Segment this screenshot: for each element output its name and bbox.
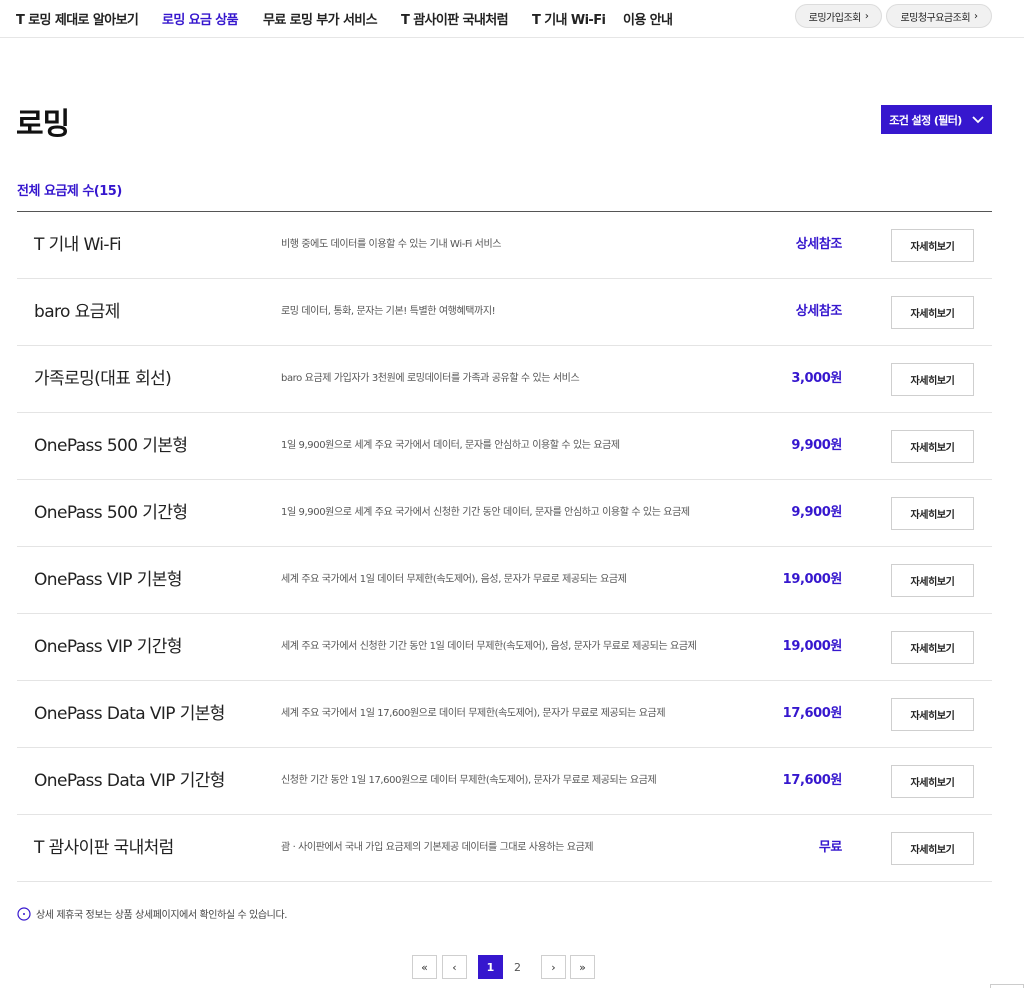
plan-name: OnePass 500 기본형 [34, 436, 188, 456]
nav-item-roaming-plans[interactable]: 로밍 요금 상품 [162, 9, 239, 28]
notice: 상세 제휴국 정보는 상품 상세페이지에서 확인하실 수 있습니다. [17, 906, 287, 921]
last-page-button[interactable]: » [570, 955, 595, 979]
nav-item-roaming-guide[interactable]: T 로밍 제대로 알아보기 [16, 9, 139, 28]
list-item: OnePass VIP 기본형 세계 주요 국가에서 1일 데이터 무제한(속도… [17, 547, 992, 614]
detail-button[interactable]: 자세히보기 [891, 497, 974, 530]
plan-name: OnePass VIP 기간형 [34, 637, 182, 657]
detail-button[interactable]: 자세히보기 [891, 430, 974, 463]
plan-description: 세계 주요 국가에서 1일 데이터 무제한(속도제어), 음성, 문자가 무료로… [281, 574, 627, 585]
plan-price: 9,900원 [791, 438, 842, 453]
pill-label: 로밍가입조회 [808, 12, 862, 24]
list-item: OnePass 500 기본형 1일 9,900원으로 세계 주요 국가에서 데… [17, 413, 992, 480]
plan-description: 신청한 기간 동안 1일 17,600원으로 데이터 무제한(속도제어), 문자… [281, 775, 657, 786]
chevron-right-icon: › [974, 10, 978, 22]
list-item: 가족로밍(대표 회선) baro 요금제 가입자가 3천원에 로밍데이터를 가족… [17, 346, 992, 413]
detail-button[interactable]: 자세히보기 [891, 296, 974, 329]
plan-count: 전체 요금제 수(15) [17, 184, 122, 199]
info-circle-icon [17, 906, 31, 921]
page-2-button[interactable]: 2 [505, 955, 530, 979]
plan-description: 1일 9,900원으로 세계 주요 국가에서 데이터, 문자를 안심하고 이용할… [281, 440, 620, 451]
plan-description: 괌 · 사이판에서 국내 가입 요금제의 기본제공 데이터를 그대로 사용하는 … [281, 842, 594, 853]
plan-price: 9,900원 [791, 505, 842, 520]
detail-button[interactable]: 자세히보기 [891, 832, 974, 865]
nav-item-usage-guide[interactable]: 이용 안내 [623, 9, 673, 28]
list-item: T 괌사이판 국내처럼 괌 · 사이판에서 국내 가입 요금제의 기본제공 데이… [17, 815, 992, 882]
list-item: OnePass VIP 기간형 세계 주요 국가에서 신청한 기간 동안 1일 … [17, 614, 992, 681]
plan-price: 3,000원 [791, 371, 842, 386]
page-1-button[interactable]: 1 [478, 955, 503, 979]
list-item: OnePass 500 기간형 1일 9,900원으로 세계 주요 국가에서 신… [17, 480, 992, 547]
roaming-subscription-lookup-button[interactable]: 로밍가입조회 › [795, 4, 882, 28]
chevron-right-icon: › [864, 10, 869, 22]
prev-page-button[interactable]: ‹ [442, 955, 467, 979]
filter-button[interactable]: 조건 설정 (필터) [881, 105, 992, 134]
plan-price: 19,000원 [782, 572, 843, 587]
plan-price: 19,000원 [782, 639, 843, 654]
top-navigation: T 로밍 제대로 알아보기 로밍 요금 상품 무료 로밍 부가 서비스 T 괌사… [0, 0, 1024, 38]
plan-name: OnePass Data VIP 기본형 [34, 704, 225, 724]
plan-price: 상세참조 [795, 237, 843, 252]
nav-item-inflight-wifi[interactable]: T 기내 Wi-Fi [532, 9, 606, 28]
list-item: baro 요금제 로밍 데이터, 통화, 문자는 기본! 특별한 여행혜택까지!… [17, 279, 992, 346]
first-page-button[interactable]: « [412, 955, 437, 979]
plan-price: 17,600원 [782, 773, 843, 788]
plan-description: 비행 중에도 데이터를 이용할 수 있는 기내 Wi-Fi 서비스 [281, 239, 502, 250]
notice-text: 상세 제휴국 정보는 상품 상세페이지에서 확인하실 수 있습니다. [36, 910, 288, 921]
nav-item-free-addons[interactable]: 무료 로밍 부가 서비스 [263, 9, 378, 28]
list-item: T 기내 Wi-Fi 비행 중에도 데이터를 이용할 수 있는 기내 Wi-Fi… [17, 212, 992, 279]
detail-button[interactable]: 자세히보기 [891, 631, 974, 664]
page-title: 로밍 [16, 107, 70, 142]
filter-button-label: 조건 설정 (필터) [889, 113, 962, 127]
plan-description: 1일 9,900원으로 세계 주요 국가에서 신청한 기간 동안 데이터, 문자… [281, 507, 690, 518]
list-item: OnePass Data VIP 기본형 세계 주요 국가에서 1일 17,60… [17, 681, 992, 748]
plan-name: OnePass Data VIP 기간형 [34, 771, 225, 791]
plan-name: OnePass VIP 기본형 [34, 570, 182, 590]
floating-widget-edge [990, 984, 1024, 988]
next-page-button[interactable]: › [541, 955, 566, 979]
plan-price: 17,600원 [782, 706, 843, 721]
plan-name: OnePass 500 기간형 [34, 503, 188, 523]
plan-name: baro 요금제 [34, 302, 120, 322]
detail-button[interactable]: 자세히보기 [891, 765, 974, 798]
plan-description: baro 요금제 가입자가 3천원에 로밍데이터를 가족과 공유할 수 있는 서… [281, 373, 580, 384]
plan-name: 가족로밍(대표 회선) [34, 369, 172, 389]
detail-button[interactable]: 자세히보기 [891, 363, 974, 396]
detail-button[interactable]: 자세히보기 [891, 229, 974, 262]
detail-button[interactable]: 자세히보기 [891, 564, 974, 597]
pill-label: 로밍청구요금조회 [900, 12, 971, 24]
nav-item-guam-saipan[interactable]: T 괌사이판 국내처럼 [401, 9, 509, 28]
plan-list: T 기내 Wi-Fi 비행 중에도 데이터를 이용할 수 있는 기내 Wi-Fi… [17, 212, 992, 882]
detail-button[interactable]: 자세히보기 [891, 698, 974, 731]
plan-description: 로밍 데이터, 통화, 문자는 기본! 특별한 여행혜택까지! [281, 306, 496, 317]
plan-name: T 괌사이판 국내처럼 [34, 838, 174, 858]
chevron-down-icon [972, 115, 984, 123]
roaming-billing-lookup-button[interactable]: 로밍청구요금조회 › [886, 4, 992, 28]
plan-price: 상세참조 [795, 304, 843, 319]
plan-description: 세계 주요 국가에서 1일 17,600원으로 데이터 무제한(속도제어), 문… [281, 708, 666, 719]
plan-description: 세계 주요 국가에서 신청한 기간 동안 1일 데이터 무제한(속도제어), 음… [281, 641, 697, 652]
list-item: OnePass Data VIP 기간형 신청한 기간 동안 1일 17,600… [17, 748, 992, 815]
plan-price: 무료 [818, 840, 843, 855]
plan-name: T 기내 Wi-Fi [34, 235, 122, 255]
